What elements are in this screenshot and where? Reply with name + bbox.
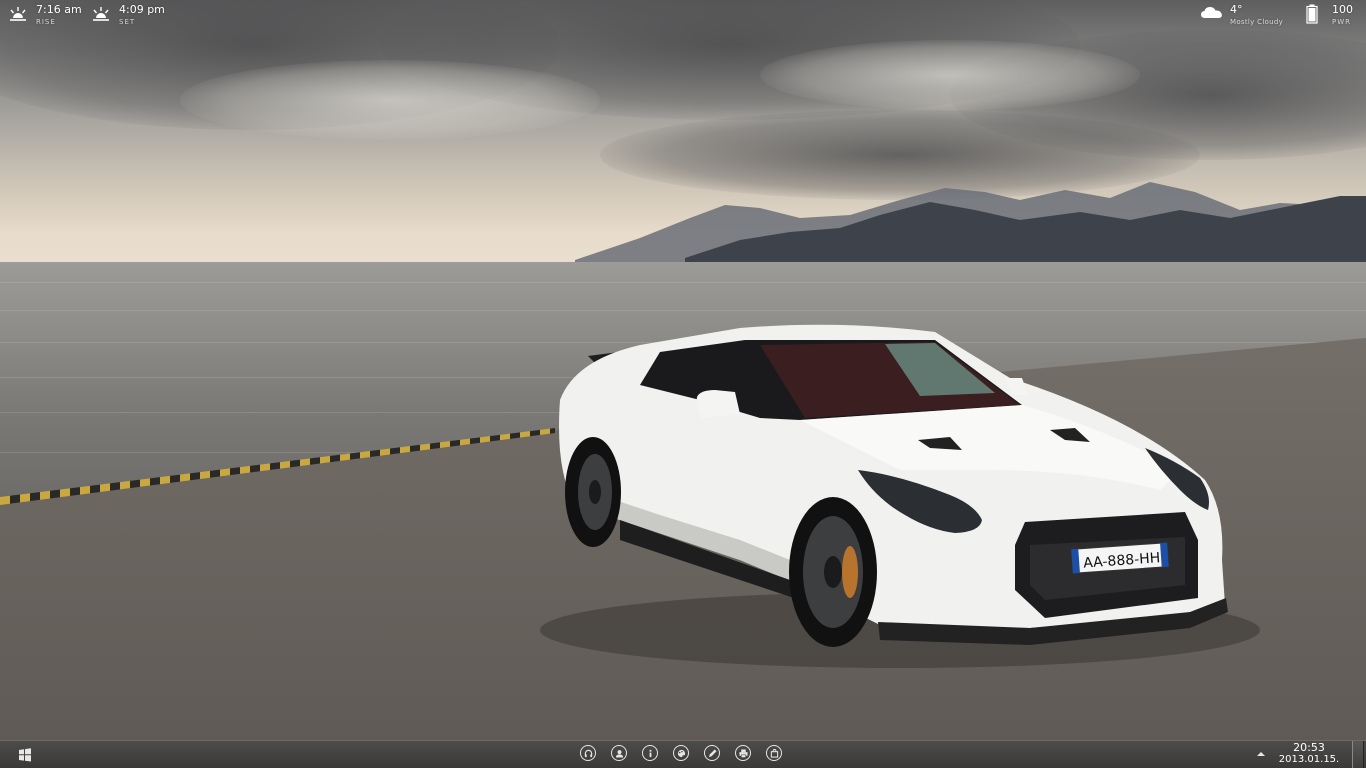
taskbar-palette-button[interactable]: [673, 745, 689, 761]
headphones-icon: [584, 749, 592, 757]
palette-icon: [677, 749, 685, 757]
taskbar-clock[interactable]: 20:53 2013.01.15.: [1278, 742, 1340, 766]
sunrise-icon: [10, 7, 26, 21]
taskbar-printer-button[interactable]: [735, 745, 751, 761]
power-level: 100: [1332, 3, 1353, 16]
sunrise-time: 7:16 am: [36, 3, 82, 16]
sunrise-label: RISE: [36, 18, 56, 26]
weather-widget: 4° Mostly Cloudy: [1200, 0, 1300, 30]
wallpaper-car: AA-888-HH: [540, 324, 1260, 668]
sunrise-widget: 7:16 am RISE: [8, 0, 88, 30]
sunset-widget: 4:09 pm SET: [91, 0, 171, 30]
battery-icon: [1306, 4, 1318, 24]
printer-icon: [738, 748, 748, 758]
info-icon: [649, 749, 651, 757]
taskbar-user-button[interactable]: [611, 745, 627, 761]
windows-logo-icon: [19, 748, 31, 762]
desktop[interactable]: AA-888-HH 7:16 am RISE 4:09 pm SET 4° Mo…: [0, 0, 1366, 768]
clock-date: 2013.01.15.: [1278, 754, 1340, 765]
bag-icon: [770, 748, 778, 758]
sunset-label: SET: [119, 18, 136, 26]
start-button[interactable]: [12, 744, 38, 766]
clock-time: 20:53: [1293, 741, 1325, 754]
taskbar-pen-button[interactable]: [704, 745, 720, 761]
power-widget: 100 PWR: [1306, 0, 1361, 30]
taskbar: 20:53 2013.01.15.: [0, 740, 1366, 768]
tray-up-arrow-icon[interactable]: [1255, 749, 1267, 759]
show-desktop-button[interactable]: [1352, 741, 1364, 768]
taskbar-bag-button[interactable]: [766, 745, 782, 761]
sunset-icon: [93, 7, 109, 21]
cloud-icon: [1201, 7, 1222, 18]
power-label: PWR: [1332, 18, 1352, 26]
weather-temperature: 4°: [1230, 3, 1243, 16]
taskbar-info-button[interactable]: [642, 745, 658, 761]
user-icon: [615, 749, 623, 758]
weather-condition: Mostly Cloudy: [1230, 18, 1284, 26]
taskbar-headphones-button[interactable]: [580, 745, 596, 761]
pen-icon: [708, 748, 717, 757]
sunset-time: 4:09 pm: [119, 3, 165, 16]
